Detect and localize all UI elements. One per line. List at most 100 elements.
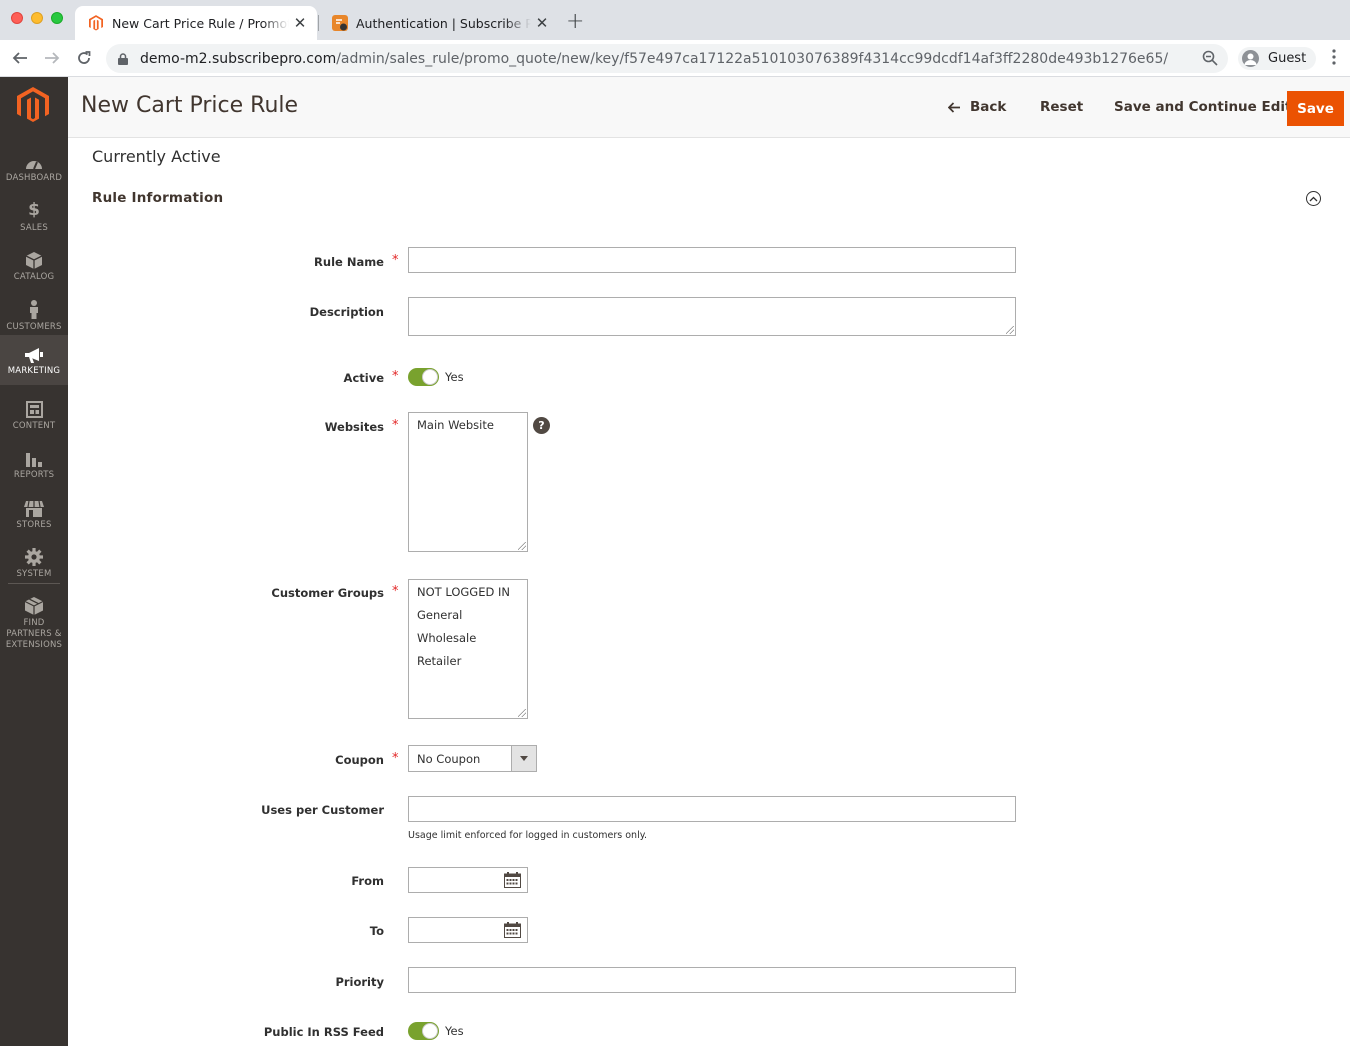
resize-handle-icon[interactable] (1006, 326, 1014, 334)
section-title[interactable]: Rule Information (92, 190, 223, 206)
page-title: New Cart Price Rule (81, 93, 299, 118)
sidebar-item-stores[interactable]: STORES (0, 491, 68, 540)
sidebar-item-system[interactable]: SYSTEM (0, 540, 68, 589)
back-button[interactable]: Back (948, 99, 1006, 115)
required-marker: * (392, 584, 399, 599)
calendar-icon[interactable] (504, 872, 521, 892)
description-label: Description (309, 305, 384, 319)
sidebar-label-line: PARTNERS & (6, 629, 62, 639)
websites-label: Websites (324, 420, 384, 434)
priority-input[interactable] (408, 967, 1016, 993)
resize-handle-icon[interactable] (518, 709, 526, 717)
sidebar-item-find-partners[interactable]: FIND PARTNERS & EXTENSIONS (0, 589, 68, 651)
customer-group-option[interactable]: General (417, 609, 527, 632)
active-toggle[interactable] (408, 368, 439, 386)
browser-tab-active[interactable]: New Cart Price Rule / Promotio ✕ (75, 6, 317, 40)
profile-button[interactable]: Guest (1238, 47, 1317, 70)
sidebar-item-marketing[interactable]: MARKETING (0, 335, 68, 385)
sidebar-label-line: FIND (23, 618, 45, 628)
customer-group-option[interactable]: NOT LOGGED IN (417, 586, 527, 609)
subscribepro-favicon-icon (332, 15, 348, 31)
priority-label: Priority (335, 975, 384, 989)
forward-arrow-icon[interactable] (40, 46, 64, 70)
rule-name-label: Rule Name (314, 255, 384, 269)
person-icon (0, 299, 68, 319)
dashboard-icon (0, 150, 68, 170)
websites-option[interactable]: Main Website (417, 419, 527, 442)
sidebar-divider (8, 583, 60, 584)
to-label: To (369, 924, 384, 938)
back-arrow-icon[interactable] (8, 46, 32, 70)
uses-per-customer-input[interactable] (408, 796, 1016, 822)
dollar-icon: $ (28, 200, 40, 220)
sidebar-item-content[interactable]: CONTENT (0, 392, 68, 441)
customer-groups-multiselect[interactable]: NOT LOGGED IN General Wholesale Retailer (408, 579, 528, 719)
public-rss-toggle-label: Yes (445, 1024, 464, 1038)
url-path: /admin/sales_rule/promo_quote/new/key/f5… (336, 50, 1169, 67)
url-host: demo-m2.subscribepro.com (140, 50, 337, 67)
coupon-select[interactable]: No Coupon (408, 745, 537, 772)
box-icon (0, 249, 68, 269)
back-label: Back (970, 99, 1007, 115)
tab-title: New Cart Price Rule / Promotio (112, 15, 289, 31)
from-date-input[interactable] (408, 867, 528, 893)
required-marker: * (392, 369, 399, 384)
url-text: demo-m2.subscribepro.com/admin/sales_rul… (140, 51, 1168, 67)
admin-sidebar: DASHBOARD $ SALES CATALOG CUSTOMERS MARK… (0, 77, 68, 1046)
required-marker: * (392, 418, 399, 433)
toggle-knob (422, 1023, 438, 1039)
browser-tab-inactive[interactable]: Authentication | Subscribe Pro ✕ (319, 6, 559, 40)
maximize-window-button[interactable] (51, 12, 63, 24)
customer-group-option[interactable]: Wholesale (417, 632, 527, 655)
coupon-selected-value: No Coupon (417, 752, 481, 766)
customer-group-option[interactable]: Retailer (417, 655, 527, 678)
help-icon[interactable]: ? (533, 417, 550, 434)
browser-toolbar: demo-m2.subscribepro.com/admin/sales_rul… (0, 40, 1350, 77)
new-tab-button[interactable]: + (566, 9, 584, 34)
magento-favicon-icon (88, 15, 104, 31)
close-window-button[interactable] (11, 12, 23, 24)
minimize-window-button[interactable] (31, 12, 43, 24)
tab-close-icon[interactable]: ✕ (289, 14, 311, 32)
required-marker: * (392, 751, 399, 766)
megaphone-icon (0, 343, 68, 363)
sidebar-item-dashboard[interactable]: DASHBOARD (0, 144, 68, 193)
public-rss-label: Public In RSS Feed (263, 1025, 384, 1039)
browser-menu-icon[interactable] (1326, 49, 1342, 65)
rule-name-input[interactable] (408, 247, 1016, 273)
reset-button[interactable]: Reset (1040, 99, 1083, 115)
zoom-icon[interactable] (1202, 50, 1218, 70)
page-header: New Cart Price Rule Back Reset Save and … (68, 77, 1350, 138)
browser-tab-strip: New Cart Price Rule / Promotio ✕ Authent… (0, 0, 1350, 40)
calendar-icon[interactable] (504, 922, 521, 942)
websites-multiselect[interactable]: Main Website (408, 412, 528, 552)
gear-icon (0, 546, 68, 566)
from-label: From (351, 874, 384, 888)
sidebar-item-sales[interactable]: $ SALES (0, 194, 68, 243)
address-bar[interactable]: demo-m2.subscribepro.com/admin/sales_rul… (106, 44, 1228, 73)
uses-per-customer-note: Usage limit enforced for logged in custo… (408, 830, 648, 841)
resize-handle-icon[interactable] (518, 542, 526, 550)
save-button[interactable]: Save (1287, 91, 1344, 126)
lock-icon (118, 52, 130, 65)
reload-icon[interactable] (72, 46, 96, 70)
description-textarea[interactable] (408, 297, 1016, 336)
customer-groups-label: Customer Groups (271, 586, 384, 600)
tab-title: Authentication | Subscribe Pro (356, 15, 531, 31)
sidebar-item-catalog[interactable]: CATALOG (0, 243, 68, 292)
bar-chart-icon (0, 447, 68, 467)
profile-label: Guest (1268, 51, 1307, 66)
to-date-input[interactable] (408, 917, 528, 943)
main-content: Currently Active Rule Information Rule N… (68, 138, 1350, 1046)
uses-per-customer-label: Uses per Customer (261, 803, 384, 817)
magento-logo-icon[interactable] (17, 87, 49, 123)
storefront-icon (0, 497, 68, 517)
active-label: Active (343, 371, 384, 385)
rule-status-text: Currently Active (92, 147, 221, 166)
chevron-up-icon[interactable] (1306, 191, 1321, 206)
sidebar-item-reports[interactable]: REPORTS (0, 441, 68, 490)
public-rss-toggle[interactable] (408, 1022, 439, 1040)
dropdown-arrow-icon[interactable] (511, 746, 536, 771)
save-and-continue-button[interactable]: Save and Continue Edit (1114, 99, 1292, 115)
tab-close-icon[interactable]: ✕ (531, 14, 553, 32)
